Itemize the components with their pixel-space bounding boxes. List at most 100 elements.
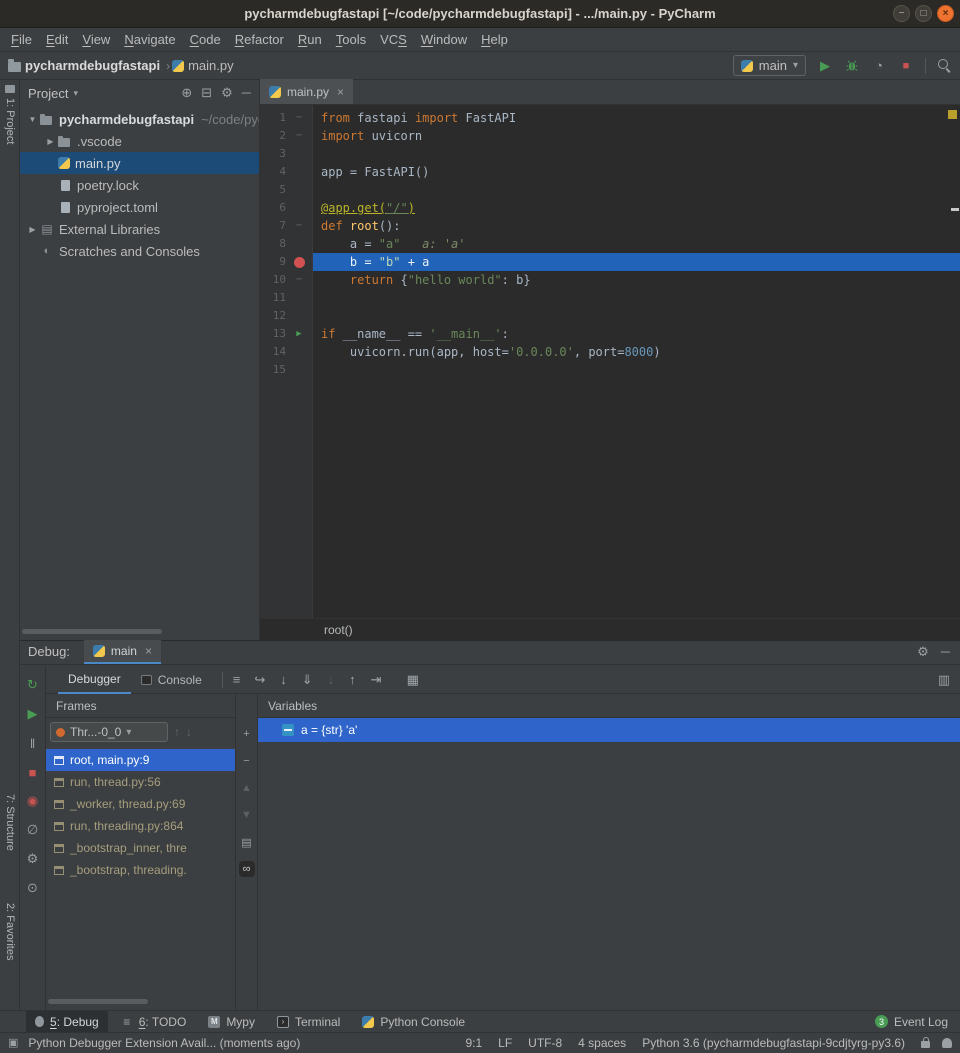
editor-tab-main-py[interactable]: main.py × xyxy=(260,79,353,104)
settings-gear-icon[interactable]: ⚙ xyxy=(917,645,929,659)
frame-up-icon[interactable]: ↑ xyxy=(174,725,180,739)
breadcrumb-function[interactable]: root() xyxy=(324,623,353,637)
run-button[interactable]: ▶ xyxy=(817,59,833,73)
project-hscrollbar[interactable] xyxy=(22,629,162,634)
select-opened-file-icon[interactable]: ⊕ xyxy=(181,86,192,100)
tool-stripe-favorites[interactable]: 2: Favorites xyxy=(0,903,20,960)
gutter-line-2[interactable]: 2− xyxy=(260,127,313,145)
menu-item-file[interactable]: File xyxy=(4,28,39,52)
project-panel-title[interactable]: Project xyxy=(28,86,68,101)
frame-row-2[interactable]: _worker, thread.py:69 xyxy=(46,793,235,815)
fold-icon[interactable]: − xyxy=(296,127,302,145)
close-tab-icon[interactable]: × xyxy=(337,85,344,99)
caret-position[interactable]: 9:1 xyxy=(465,1036,482,1050)
tool-stripe-structure[interactable]: 7: Structure xyxy=(0,794,20,851)
code-text[interactable]: if __name__ == '__main__': xyxy=(313,325,960,343)
resume-icon[interactable]: ▶ xyxy=(22,703,44,725)
code-text[interactable]: uvicorn.run(app, host='0.0.0.0', port=80… xyxy=(313,343,960,361)
bottom-tab-6-todo[interactable]: 6: TODO xyxy=(112,1011,196,1032)
run-to-cursor-icon[interactable]: ⇥ xyxy=(371,672,382,688)
tab-debugger[interactable]: Debugger xyxy=(58,666,131,694)
close-button[interactable]: × xyxy=(937,5,954,22)
close-session-icon[interactable]: × xyxy=(145,644,152,658)
code-text[interactable]: b = "b" + a xyxy=(313,253,960,271)
coverage-button[interactable]: ◔ xyxy=(871,59,887,73)
force-step-into-icon[interactable]: ↓ xyxy=(328,672,335,687)
frame-row-4[interactable]: _bootstrap_inner, thre xyxy=(46,837,235,859)
frame-row-1[interactable]: run, thread.py:56 xyxy=(46,771,235,793)
gutter-line-15[interactable]: 15 xyxy=(260,361,313,379)
hide-panel-icon[interactable]: ─ xyxy=(242,86,251,100)
tool-windows-icon[interactable]: ▣ xyxy=(8,1036,18,1050)
tree-item-pycharmdebugfastapi[interactable]: ▼pycharmdebugfastapi~/code/pycharmdebugf… xyxy=(20,108,259,130)
event-log-button[interactable]: 3 Event Log xyxy=(875,1015,948,1029)
bottom-tab-5-debug[interactable]: 5: Debug xyxy=(26,1011,108,1032)
pin-icon[interactable]: ⊙ xyxy=(22,877,44,899)
frame-row-0[interactable]: root, main.py:9 xyxy=(46,749,235,771)
tree-item-poetry-lock[interactable]: poetry.lock xyxy=(20,174,259,196)
search-everywhere-icon[interactable] xyxy=(937,58,952,73)
indent-style[interactable]: 4 spaces xyxy=(578,1036,626,1050)
step-out-icon[interactable]: ↑ xyxy=(349,672,356,687)
gutter-line-11[interactable]: 11 xyxy=(260,289,313,307)
code-text[interactable] xyxy=(313,307,960,325)
tree-item-main-py[interactable]: main.py xyxy=(20,152,259,174)
stop-icon[interactable]: ■ xyxy=(22,761,44,783)
gutter-line-14[interactable]: 14 xyxy=(260,343,313,361)
view-breakpoints-icon[interactable]: ◉ xyxy=(22,790,44,812)
gutter-line-5[interactable]: 5 xyxy=(260,181,313,199)
status-message[interactable]: Python Debugger Extension Avail... (mome… xyxy=(28,1036,300,1050)
menu-item-help[interactable]: Help xyxy=(474,28,515,52)
write-lock-icon[interactable] xyxy=(921,1041,930,1048)
add-watch-icon[interactable]: + xyxy=(239,726,255,742)
file-encoding[interactable]: UTF-8 xyxy=(528,1036,562,1050)
tree-item-external-libraries[interactable]: ▶External Libraries xyxy=(20,218,259,240)
gutter-line-6[interactable]: 6 xyxy=(260,199,313,217)
maximize-button[interactable]: □ xyxy=(915,5,932,22)
menu-item-code[interactable]: Code xyxy=(183,28,228,52)
show-all-frames-icon[interactable]: ∞ xyxy=(239,861,255,877)
menu-item-refactor[interactable]: Refactor xyxy=(228,28,291,52)
bottom-tab-mypy[interactable]: Mypy xyxy=(199,1011,264,1032)
bottom-tab-python-console[interactable]: Python Console xyxy=(353,1011,474,1032)
python-interpreter[interactable]: Python 3.6 (pycharmdebugfastapi-9cdjtyrg… xyxy=(642,1036,905,1050)
tab-console[interactable]: Console xyxy=(131,666,212,694)
restore-layout-icon[interactable]: ▥ xyxy=(938,673,950,687)
code-text[interactable] xyxy=(313,181,960,199)
code-text[interactable] xyxy=(313,289,960,307)
minimize-button[interactable]: − xyxy=(893,5,910,22)
expand-arrow-icon[interactable]: ▶ xyxy=(26,225,39,234)
menu-item-edit[interactable]: Edit xyxy=(39,28,75,52)
code-text[interactable]: @app.get("/") xyxy=(313,199,960,217)
menu-item-view[interactable]: View xyxy=(75,28,117,52)
menu-item-tools[interactable]: Tools xyxy=(329,28,373,52)
code-text[interactable] xyxy=(313,361,960,379)
project-settings-icon[interactable]: ⚙ xyxy=(221,86,233,100)
gutter-line-3[interactable]: 3 xyxy=(260,145,313,163)
step-into-my-code-icon[interactable]: ⇓ xyxy=(302,672,313,688)
layout-menu-icon[interactable]: ≡ xyxy=(233,673,241,687)
menu-item-navigate[interactable]: Navigate xyxy=(117,28,182,52)
frame-prev-icon[interactable]: ▲ xyxy=(239,780,255,796)
rerun-debug-icon[interactable]: ↻ xyxy=(22,674,44,696)
breadcrumb-file[interactable]: main.py xyxy=(188,58,234,73)
debugger-settings-icon[interactable]: ⚙ xyxy=(22,848,44,870)
fold-icon[interactable]: − xyxy=(296,109,302,127)
tree-item--vscode[interactable]: ▶.vscode xyxy=(20,130,259,152)
step-over-icon[interactable]: ↪ xyxy=(254,672,265,688)
gutter-line-9[interactable]: 9 xyxy=(260,253,313,271)
frames-hscrollbar[interactable] xyxy=(48,999,148,1004)
tool-stripe-project[interactable]: 1: Project xyxy=(0,85,20,144)
code-text[interactable]: from fastapi import FastAPI xyxy=(313,109,960,127)
variable-row[interactable]: a = {str} 'a' xyxy=(258,718,960,742)
breakpoint-icon[interactable] xyxy=(294,257,305,268)
evaluate-expression-icon[interactable]: ▦ xyxy=(407,672,419,688)
debug-session-tab[interactable]: main × xyxy=(84,640,161,664)
pause-icon[interactable]: ‖ xyxy=(22,732,44,754)
frame-row-5[interactable]: _bootstrap, threading. xyxy=(46,859,235,881)
code-text[interactable]: app = FastAPI() xyxy=(313,163,960,181)
step-into-icon[interactable]: ↓ xyxy=(280,672,287,687)
gutter-line-4[interactable]: 4 xyxy=(260,163,313,181)
code-text[interactable]: a = "a" a: 'a' xyxy=(313,235,960,253)
frame-next-icon[interactable]: ▼ xyxy=(239,807,255,823)
